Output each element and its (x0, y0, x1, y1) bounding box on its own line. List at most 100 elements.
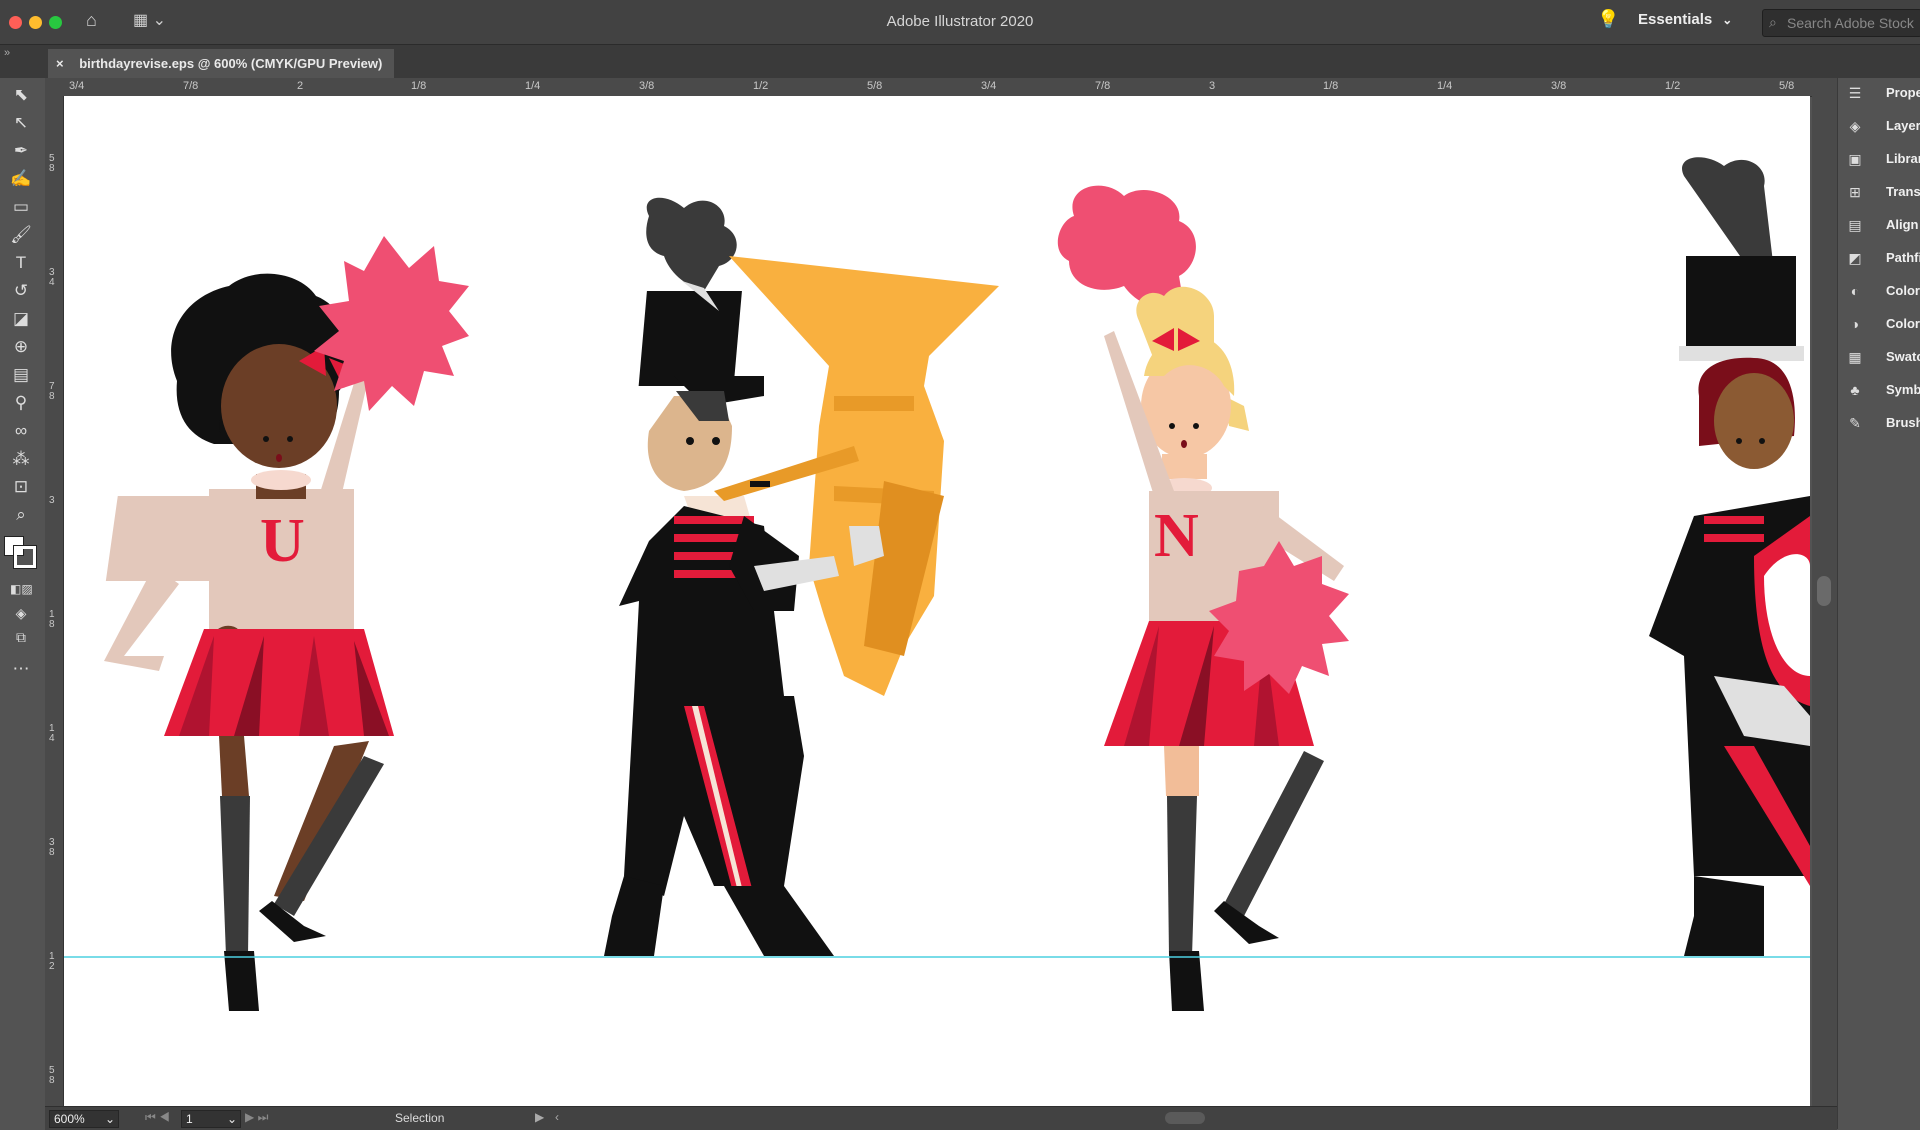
horizontal-scroll-thumb[interactable] (1165, 1112, 1205, 1124)
close-tab-icon[interactable]: × (56, 56, 64, 71)
swatches-icon: ▦ (1848, 349, 1862, 365)
shape-builder-tool-icon[interactable]: ⊕ (10, 336, 32, 358)
zoom-tool-icon[interactable]: ⌕ (10, 504, 32, 526)
zoom-value: 600% (54, 1112, 85, 1126)
workspace-selector[interactable]: Essentials ⌄ (1638, 11, 1732, 28)
document-tab-bar: » × birthdayrevise.eps @ 600% (CMYK/GPU … (0, 45, 1920, 78)
vertical-scroll-thumb[interactable] (1817, 576, 1831, 606)
draw-mode-icon[interactable]: ◈ (10, 602, 32, 624)
panel-brushes[interactable]: ✎ Brushe (1846, 411, 1920, 435)
current-tool-label: Selection (395, 1111, 445, 1125)
panel-layers[interactable]: ◈ Layers (1846, 114, 1920, 138)
ruler-label: 3/4 (69, 80, 85, 92)
next-artboard-icon[interactable]: ▶ ⏭ (245, 1110, 268, 1125)
document-tab[interactable]: × birthdayrevise.eps @ 600% (CMYK/GPU Pr… (48, 49, 395, 78)
drummer (1649, 157, 1810, 956)
panel-label: Brushe (1886, 415, 1920, 430)
color-guide-icon: ◑ (1850, 316, 1860, 332)
search-icon: ⌕ (1769, 14, 1777, 30)
ruler-label: 3 (49, 495, 55, 506)
panel-label: Color G (1886, 316, 1920, 331)
blend-tool-icon[interactable]: ∞ (10, 420, 32, 442)
type-tool-icon[interactable]: T (10, 252, 32, 274)
panel-libraries[interactable]: ▣ Librarie (1846, 147, 1920, 171)
rectangle-tool-icon[interactable]: ▭ (10, 196, 32, 218)
artboard-tool-icon[interactable]: ⊡ (10, 476, 32, 498)
canvas[interactable]: U N (64, 96, 1810, 1106)
panel-transform[interactable]: ⊞ Transfo (1846, 180, 1920, 204)
libraries-icon: ▣ (1848, 151, 1862, 167)
brushes-icon: ✎ (1849, 415, 1861, 431)
horizontal-ruler[interactable]: 3/4 7/8 2 1/8 1/4 3/8 1/2 5/8 3/4 7/8 3 1/8 1/4 3/8 1/… (45, 78, 1837, 97)
ruler-label: 1 8 (49, 609, 55, 630)
selection-tool-icon[interactable]: ⬉ (10, 84, 32, 106)
lightbulb-icon[interactable]: 💡 (1597, 9, 1619, 30)
ruler-label: 5/8 (867, 80, 883, 92)
ruler-label: 7/8 (183, 80, 199, 92)
panel-dock: ☰ Propert ◈ Layers ▣ Librarie ⊞ Transfo ▤ Align ◩ P… (1837, 78, 1920, 1129)
panel-label: Color (1886, 283, 1920, 298)
ruler-label: 3 (1209, 80, 1216, 92)
vertical-scrollbar[interactable] (1812, 96, 1837, 1106)
sweater-letter-n: N (1154, 502, 1199, 570)
panel-color[interactable]: ◐ Color (1846, 279, 1920, 303)
ruler-label: 3/4 (981, 80, 997, 92)
chevron-down-icon: ⌄ (104, 1112, 115, 1126)
ruler-label: 3 8 (49, 837, 55, 858)
color-icon: ◐ (1850, 283, 1860, 299)
ruler-label: 3/8 (1551, 80, 1567, 92)
cheerleader-n: N (1057, 185, 1349, 1011)
ruler-label: 1/2 (753, 80, 769, 92)
sweater-letter-u: U (260, 507, 305, 575)
search-placeholder: Search Adobe Stock (1787, 15, 1914, 31)
panel-label: Propert (1886, 85, 1920, 100)
first-artboard-icon[interactable]: ⏮ ◀ (145, 1110, 170, 1125)
ruler-label: 1/8 (411, 80, 427, 92)
status-menu-icon[interactable]: ▶ (535, 1110, 544, 1124)
align-icon: ▤ (1848, 217, 1862, 233)
ruler-label: 2 (297, 80, 304, 92)
eyedropper-tool-icon[interactable]: ⚲ (10, 392, 32, 414)
artboard-number[interactable]: 1 ⌄ (181, 1110, 241, 1128)
ruler-label: 1/2 (1665, 80, 1681, 92)
panel-align[interactable]: ▤ Align (1846, 213, 1920, 237)
panel-pathfinder[interactable]: ◩ Pathfin (1846, 246, 1920, 270)
ruler-label: 1/4 (1437, 80, 1453, 92)
more-tools-icon[interactable]: ⋯ (10, 658, 32, 680)
document-tab-label: birthdayrevise.eps @ 600% (CMYK/GPU Prev… (79, 56, 383, 71)
collapse-toolbar-icon[interactable]: » (4, 47, 10, 59)
layers-icon: ◈ (1849, 118, 1861, 134)
symbol-sprayer-tool-icon[interactable]: ⁂ (10, 448, 32, 470)
ruler-label: 5 8 (49, 153, 55, 174)
panel-label: Librarie (1886, 151, 1920, 166)
artboard[interactable]: U N (64, 96, 1810, 1106)
panel-label: Transfo (1886, 184, 1920, 199)
stroke-swatch[interactable] (13, 545, 37, 569)
properties-icon: ☰ (1848, 85, 1862, 101)
panel-label: Align (1886, 217, 1919, 232)
screen-mode-icon[interactable]: ⧉ (10, 626, 32, 648)
curvature-tool-icon[interactable]: ✍ (10, 168, 32, 190)
artwork-illustration[interactable]: U N (64, 96, 1810, 1106)
panel-swatches[interactable]: ▦ Swatch (1846, 345, 1920, 369)
artboard-value: 1 (186, 1112, 193, 1126)
direct-selection-tool-icon[interactable]: ↖ (10, 112, 32, 134)
pen-tool-icon[interactable]: ✒ (10, 140, 32, 162)
rotate-tool-icon[interactable]: ↺ (10, 280, 32, 302)
ruler-label: 5/8 (1779, 80, 1795, 92)
ruler-label: 1 2 (49, 951, 55, 972)
vertical-ruler[interactable]: 5 8 3 4 7 8 3 1 8 1 4 3 8 1 2 5 8 (45, 96, 64, 1106)
paintbrush-tool-icon[interactable]: 🖌 (10, 224, 32, 246)
zoom-level[interactable]: 600% ⌄ (49, 1110, 119, 1128)
panel-label: Symbol (1886, 382, 1920, 397)
transform-icon: ⊞ (1849, 184, 1861, 200)
gradient-tool-icon[interactable]: ▤ (10, 364, 32, 386)
adobe-stock-search[interactable]: ⌕ Search Adobe Stock (1762, 9, 1920, 37)
panel-properties[interactable]: ☰ Propert (1846, 81, 1920, 105)
workspace-label: Essentials (1638, 11, 1713, 28)
panel-symbols[interactable]: ♣ Symbol (1846, 378, 1920, 402)
panel-color-guide[interactable]: ◑ Color G (1846, 312, 1920, 336)
color-mode-icon[interactable]: ◧▨ (10, 578, 33, 600)
scroll-left-icon[interactable]: ‹ (555, 1110, 559, 1124)
eraser-tool-icon[interactable]: ◪ (10, 308, 32, 330)
